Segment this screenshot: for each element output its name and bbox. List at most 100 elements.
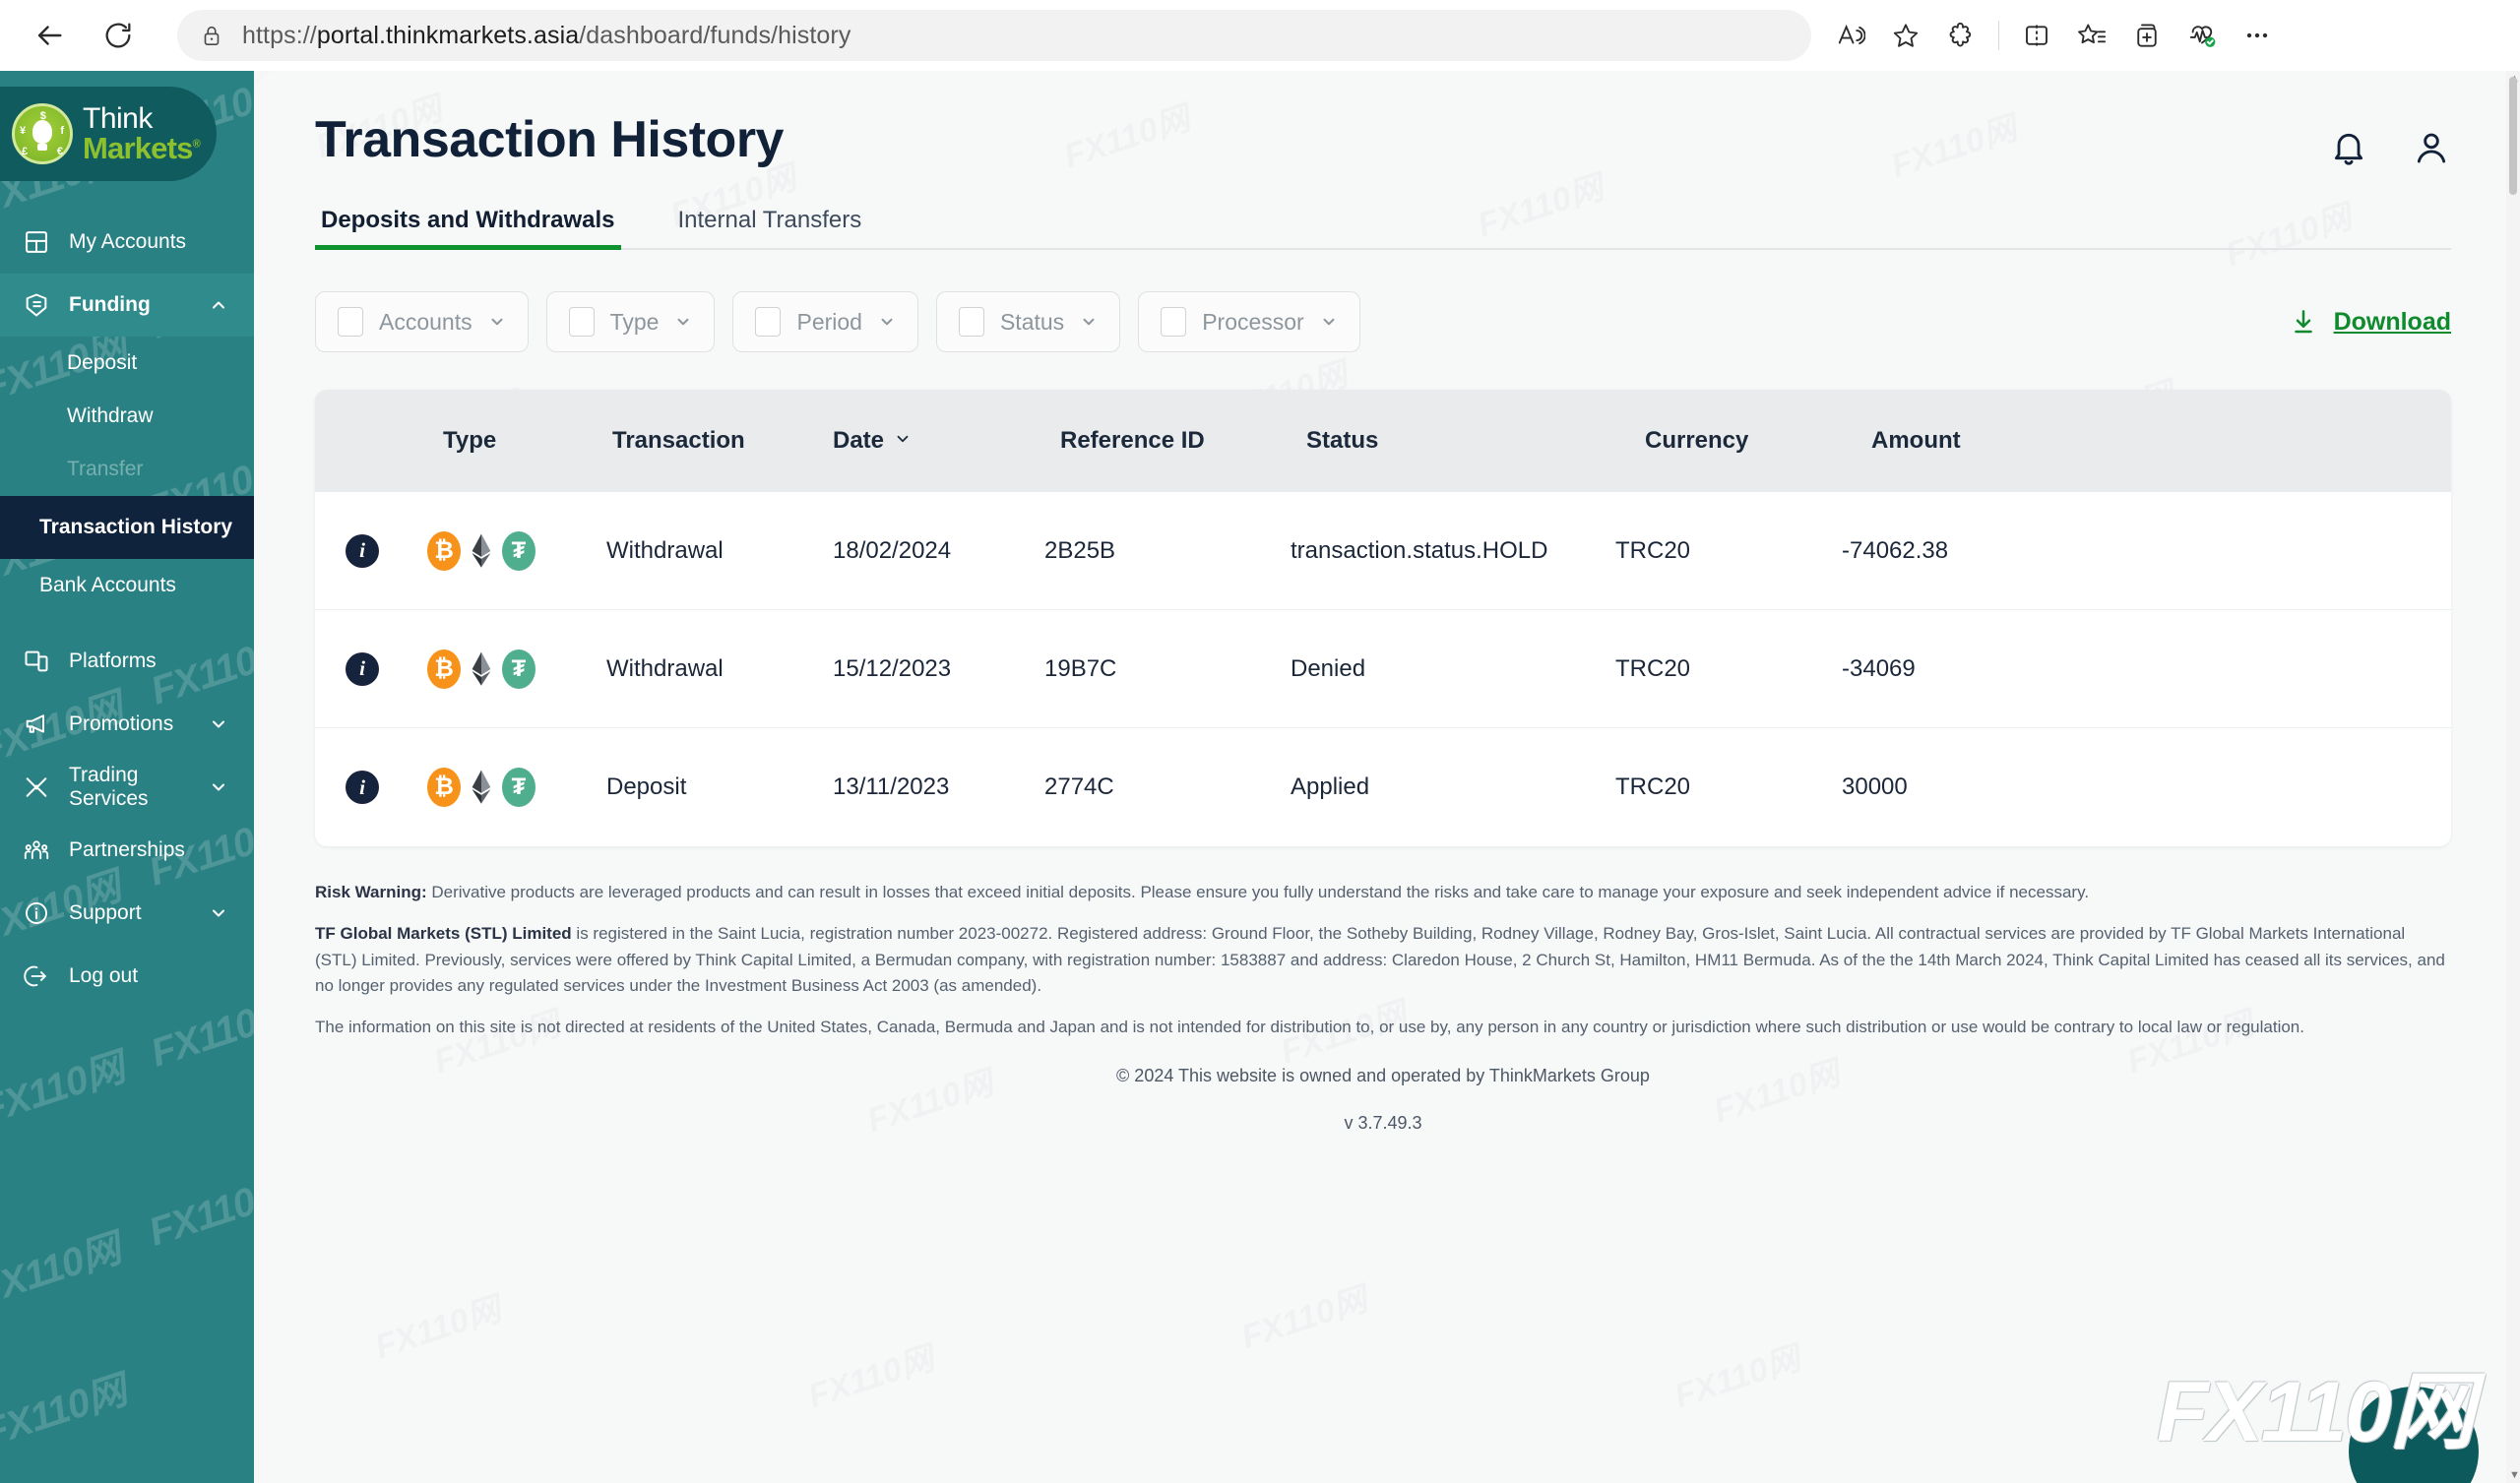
logo-markets: Markets® bbox=[83, 130, 201, 165]
filter-bar: Accounts Type Period Status Processor Do… bbox=[315, 291, 2451, 352]
filter-checkbox[interactable] bbox=[958, 307, 984, 337]
megaphone-icon bbox=[22, 710, 51, 739]
row-amount: -74062.38 bbox=[1842, 536, 1949, 564]
devices-icon bbox=[22, 647, 51, 676]
browser-toolbar: https://portal.thinkmarkets.asia/dashboa… bbox=[0, 0, 2520, 71]
sidebar-item-label: Partnerships bbox=[69, 838, 185, 861]
download-icon bbox=[2289, 307, 2318, 337]
scrollbar-thumb[interactable] bbox=[2509, 77, 2517, 195]
watermark: FX110网 bbox=[1236, 1280, 1372, 1357]
add-to-favorites-icon[interactable] bbox=[2119, 8, 2174, 63]
bell-icon[interactable] bbox=[2329, 128, 2368, 167]
chevron-down-icon bbox=[1080, 313, 1098, 331]
sidebar-item-withdraw[interactable]: Withdraw bbox=[0, 390, 254, 443]
row-info-button[interactable]: i bbox=[315, 533, 410, 568]
transactions-table: Type Transaction Date Reference ID Statu… bbox=[315, 390, 2451, 846]
logo-wordmark: Think Markets® bbox=[83, 104, 201, 165]
sidebar-item-my-accounts[interactable]: My Accounts bbox=[0, 211, 254, 274]
sidebar-item-partnerships[interactable]: Partnerships bbox=[0, 819, 254, 882]
logo-symbol-yen: ¥ bbox=[20, 125, 27, 138]
row-status: Denied bbox=[1291, 654, 1366, 682]
tether-icon: ₮ bbox=[502, 530, 536, 571]
ethereum-icon bbox=[465, 649, 498, 689]
address-bar-url: https://portal.thinkmarkets.asia/dashboa… bbox=[242, 21, 851, 49]
split-screen-icon[interactable] bbox=[2009, 8, 2064, 63]
filter-status[interactable]: Status bbox=[935, 291, 1121, 352]
thinkmarkets-logo[interactable]: $ ¥ f £ € Think Markets® bbox=[0, 87, 217, 181]
filter-checkbox[interactable] bbox=[755, 307, 782, 337]
info-icon: i bbox=[346, 533, 379, 568]
filter-checkbox[interactable] bbox=[568, 307, 595, 337]
download-label: Download bbox=[2333, 307, 2451, 336]
browser-essentials-icon[interactable] bbox=[2174, 8, 2230, 63]
logo-symbol-pound: £ bbox=[22, 146, 29, 157]
table-row[interactable]: i ₿ ₮ Deposit 13/11/2023 2774C Applied T… bbox=[315, 728, 2451, 846]
bitcoin-icon: ₿ bbox=[427, 530, 461, 571]
table-row[interactable]: i ₿ ₮ Withdrawal 15/12/2023 19B7C Denied… bbox=[315, 610, 2451, 728]
sidebar-item-funding[interactable]: Funding bbox=[0, 274, 254, 337]
filter-label: Processor bbox=[1202, 308, 1304, 335]
sidebar-item-support[interactable]: Support bbox=[0, 882, 254, 945]
page-scrollbar[interactable]: ▲ ▼ bbox=[2506, 71, 2520, 1483]
filter-label: Period bbox=[796, 308, 862, 335]
collections-icon[interactable] bbox=[2064, 8, 2119, 63]
sidebar-item-label: Transfer bbox=[67, 458, 144, 480]
table-header-transaction: Transaction bbox=[612, 427, 745, 454]
tab-internal-transfers[interactable]: Internal Transfers bbox=[672, 207, 868, 250]
user-avatar-icon[interactable] bbox=[2412, 128, 2451, 167]
table-row[interactable]: i ₿ ₮ Withdrawal 18/02/2024 2B25B transa… bbox=[315, 492, 2451, 610]
tab-deposits-and-withdrawals[interactable]: Deposits and Withdrawals bbox=[315, 207, 621, 250]
sidebar-item-platforms[interactable]: Platforms bbox=[0, 630, 254, 693]
back-arrow-icon[interactable] bbox=[22, 8, 77, 63]
favorite-star-icon[interactable] bbox=[1878, 8, 1933, 63]
extensions-icon[interactable] bbox=[1933, 8, 1988, 63]
risk-warning: Risk Warning: Derivative products are le… bbox=[315, 880, 2451, 905]
filter-period[interactable]: Period bbox=[732, 291, 918, 352]
filter-processor[interactable]: Processor bbox=[1138, 291, 1360, 352]
table-header-date[interactable]: Date bbox=[833, 427, 1044, 455]
sidebar-item-transaction-history[interactable]: Transaction History bbox=[0, 496, 254, 559]
logout-icon bbox=[22, 961, 51, 991]
filter-accounts[interactable]: Accounts bbox=[315, 291, 529, 352]
app-root: https://portal.thinkmarkets.asia/dashboa… bbox=[0, 0, 2520, 1483]
chevron-down-icon bbox=[209, 777, 228, 797]
reload-icon[interactable] bbox=[91, 8, 146, 63]
row-currency: TRC20 bbox=[1615, 536, 1691, 564]
read-aloud-icon[interactable] bbox=[1823, 8, 1878, 63]
download-button[interactable]: Download bbox=[2289, 307, 2451, 337]
row-info-button[interactable]: i bbox=[315, 771, 410, 804]
wallet-icon bbox=[22, 290, 51, 320]
chat-widget-icon[interactable] bbox=[2349, 1387, 2479, 1483]
scroll-down-arrow[interactable]: ▼ bbox=[2509, 1469, 2520, 1481]
filter-checkbox[interactable] bbox=[1161, 307, 1187, 337]
sidebar-item-label: Support bbox=[69, 901, 142, 924]
table-header-row: Type Transaction Date Reference ID Statu… bbox=[315, 390, 2451, 492]
sidebar-item-promotions[interactable]: Promotions bbox=[0, 693, 254, 756]
watermark: FX110网 bbox=[144, 1167, 254, 1255]
sidebar-item-log-out[interactable]: Log out bbox=[0, 945, 254, 1008]
row-currency: TRC20 bbox=[1615, 773, 1691, 800]
sidebar-item-bank-accounts[interactable]: Bank Accounts bbox=[0, 559, 254, 612]
sidebar-item-trading-services[interactable]: Trading Services bbox=[0, 756, 254, 819]
risk-warning-text: Derivative products are leveraged produc… bbox=[426, 883, 2090, 901]
sidebar-item-deposit[interactable]: Deposit bbox=[0, 337, 254, 390]
filter-label: Type bbox=[609, 308, 660, 335]
tether-icon: ₮ bbox=[502, 649, 536, 689]
chevron-down-icon bbox=[209, 714, 228, 734]
filter-label: Accounts bbox=[379, 308, 472, 335]
sidebar-item-label: Platforms bbox=[69, 649, 157, 672]
filter-type[interactable]: Type bbox=[545, 291, 716, 352]
row-currency: TRC20 bbox=[1615, 654, 1691, 682]
toolbar-divider bbox=[1998, 21, 1999, 50]
row-reference-id: 2B25B bbox=[1044, 536, 1116, 564]
people-icon bbox=[22, 835, 51, 865]
address-bar[interactable]: https://portal.thinkmarkets.asia/dashboa… bbox=[177, 10, 1811, 61]
row-info-button[interactable]: i bbox=[315, 651, 410, 686]
filter-checkbox[interactable] bbox=[338, 307, 363, 337]
bitcoin-icon: ₿ bbox=[427, 768, 461, 807]
row-status: transaction.status.HOLD bbox=[1291, 536, 1548, 564]
browser-tool-icons bbox=[1823, 8, 2285, 63]
tab-label: Internal Transfers bbox=[677, 207, 862, 233]
settings-more-icon[interactable] bbox=[2230, 8, 2285, 63]
watermark: FX110网 bbox=[0, 1045, 130, 1133]
